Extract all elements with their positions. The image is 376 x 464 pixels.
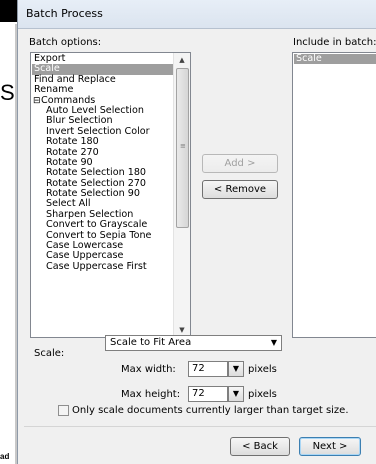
max-height-label: Max height: <box>121 389 181 400</box>
batch-option-label: Auto Level Selection <box>46 104 144 116</box>
collapse-toggle-icon[interactable]: ⊟ <box>33 96 41 106</box>
batch-option-label: Rotate 90 <box>46 156 93 168</box>
scrollbar-thumb[interactable]: ≡ <box>176 68 189 228</box>
batch-option-case-uppercase-first[interactable]: Case Uppercase First <box>32 260 173 272</box>
batch-option-label: Export <box>34 53 66 64</box>
grip-icon: ≡ <box>180 142 186 150</box>
scroll-up-icon[interactable]: ▲ <box>174 53 190 67</box>
batch-option-label: Scale <box>34 63 60 75</box>
batch-options-scrollbar[interactable]: ▲ ≡ ▼ <box>173 53 190 337</box>
batch-option-label: Case Uppercase First <box>46 260 147 272</box>
scale-mode-select[interactable]: Scale to Fit Area ▼ <box>105 335 282 351</box>
add-button[interactable]: Add > <box>202 154 278 173</box>
include-in-batch-list[interactable]: Scale <box>292 52 376 338</box>
next-button[interactable]: Next > <box>299 437 361 456</box>
batch-option-label: Find and Replace <box>34 73 116 85</box>
remove-button[interactable]: < Remove <box>202 180 278 199</box>
scale-mode-value: Scale to Fit Area <box>110 337 192 348</box>
batch-option-label: Rename <box>34 84 74 96</box>
scale-label: Scale: <box>34 348 65 359</box>
batch-options-label: Batch options: <box>29 37 102 48</box>
max-height-unit: pixels <box>248 389 277 400</box>
batch-option-label: Commands <box>41 94 96 106</box>
footer-separator <box>24 426 376 427</box>
chevron-down-icon: ▼ <box>232 364 240 373</box>
max-height-input[interactable]: 72 <box>188 386 228 402</box>
max-width-unit: pixels <box>248 364 277 375</box>
background-partial-label: ad <box>0 452 10 461</box>
batch-option-label: Invert Selection Color <box>46 125 150 137</box>
batch-option-label: Convert to Sepia Tone <box>46 229 152 241</box>
batch-option-label: Rotate Selection 90 <box>46 188 140 200</box>
include-in-batch-items: Scale <box>294 53 376 65</box>
batch-options-items: Export Scale Find and Replace Rename ⊟Comman… <box>32 53 173 272</box>
included-item-scale[interactable]: Scale <box>294 53 376 65</box>
batch-option-label: Case Uppercase <box>46 250 124 262</box>
back-button[interactable]: < Back <box>230 437 290 456</box>
batch-option-label: Blur Selection <box>46 115 113 127</box>
batch-option-label: Rotate Selection 270 <box>46 177 147 189</box>
batch-option-label: Convert to Grayscale <box>46 219 148 231</box>
batch-option-label: Rotate 270 <box>46 146 99 158</box>
chevron-down-icon: ▼ <box>270 338 277 347</box>
batch-option-label: Case Lowercase <box>46 240 124 252</box>
max-height-dropdown-button[interactable]: ▼ <box>228 386 244 402</box>
max-width-input[interactable]: 72 <box>188 361 228 377</box>
batch-option-label: Select All <box>46 198 91 210</box>
include-in-batch-label: Include in batch: <box>293 37 376 48</box>
chevron-down-icon: ▼ <box>232 389 240 398</box>
only-larger-label[interactable]: Only scale documents currently larger th… <box>72 405 349 416</box>
batch-options-list[interactable]: Export Scale Find and Replace Rename ⊟Comman… <box>30 52 191 338</box>
dialog-titlebar[interactable]: Batch Process <box>18 0 376 29</box>
dialog-title: Batch Process <box>26 7 103 20</box>
batch-option-label: Rotate Selection 180 <box>46 167 147 179</box>
max-width-label: Max width: <box>121 364 176 375</box>
only-larger-checkbox[interactable] <box>58 405 69 416</box>
batch-option-label: Rotate 180 <box>46 136 99 148</box>
background-partial-text: S <box>0 80 15 105</box>
batch-process-dialog: Batch Process Batch options: Include in … <box>17 0 376 464</box>
batch-option-label: Sharpen Selection <box>46 208 134 220</box>
max-width-dropdown-button[interactable]: ▼ <box>228 361 244 377</box>
